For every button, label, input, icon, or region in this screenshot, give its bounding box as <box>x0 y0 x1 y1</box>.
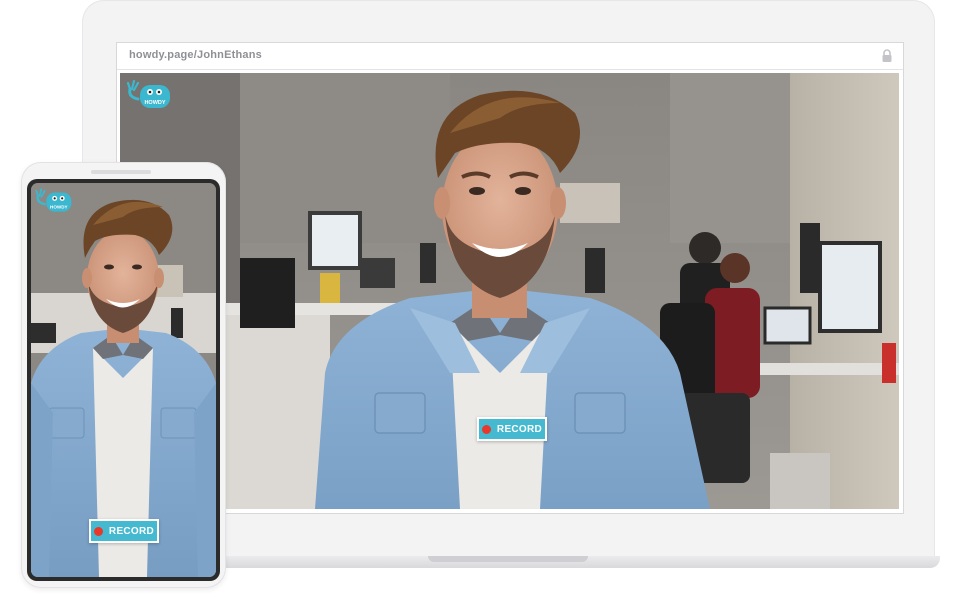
browser-window: howdy.page/JohnEthans HOWDY RECORD <box>116 42 904 514</box>
lock-icon <box>881 49 893 63</box>
laptop-notch <box>428 556 588 562</box>
phone-record-button[interactable]: RECORD <box>89 519 159 543</box>
video-preview: HOWDY RECORD <box>120 73 899 509</box>
record-dot-icon <box>481 424 491 434</box>
phone-record-dot-icon <box>93 526 103 536</box>
phone-logo-text: HOWDY <box>50 204 68 209</box>
record-button-label: RECORD <box>496 423 543 435</box>
howdy-logo: HOWDY <box>124 79 172 109</box>
phone-howdy-logo: HOWDY <box>33 187 73 213</box>
phone-record-button-label: RECORD <box>108 525 155 537</box>
office-photo <box>120 73 899 509</box>
logo-text: HOWDY <box>144 100 165 106</box>
url-text: howdy.page/JohnEthans <box>129 49 262 61</box>
phone-video-preview: HOWDY RECORD <box>31 183 216 577</box>
address-bar[interactable]: howdy.page/JohnEthans <box>117 43 903 70</box>
record-button[interactable]: RECORD <box>477 417 547 441</box>
phone-speaker <box>91 170 151 174</box>
phone-photo <box>31 183 216 577</box>
phone-screen: HOWDY RECORD <box>27 179 220 581</box>
